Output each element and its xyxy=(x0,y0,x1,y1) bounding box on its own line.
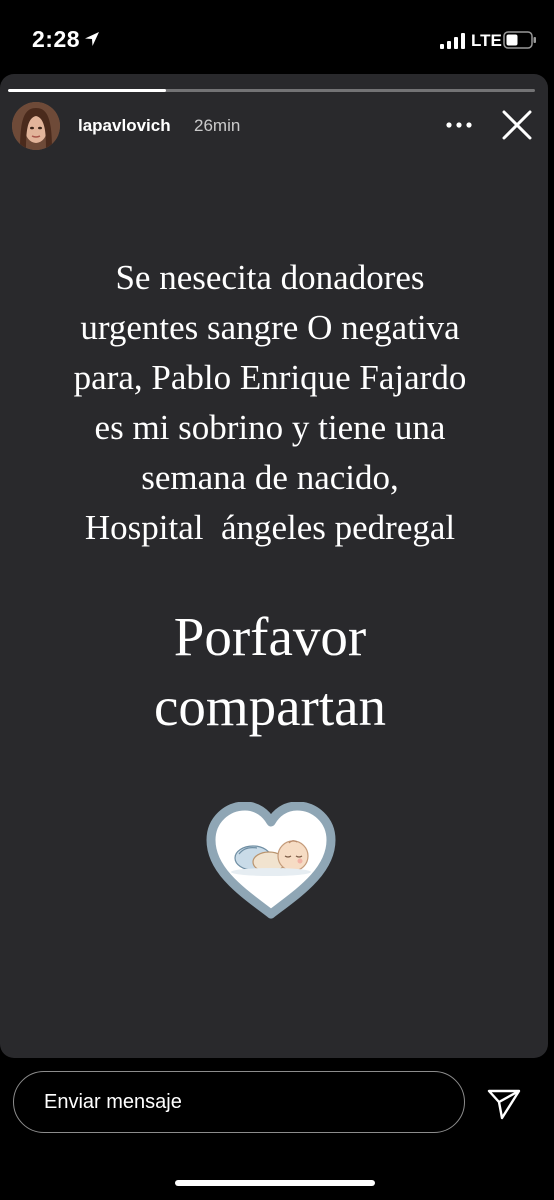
cta-line: compartan xyxy=(153,676,387,737)
close-icon[interactable] xyxy=(500,108,534,142)
message-line: urgentes sangre O negativa xyxy=(80,308,460,347)
message-line: para, Pablo Enrique Fajardo xyxy=(73,358,467,397)
cta-line: Porfavor xyxy=(173,606,367,667)
network-label: LTE xyxy=(471,31,502,50)
location-arrow-icon xyxy=(85,32,99,46)
story-message: Se nesecita donadores urgentes sangre O … xyxy=(20,253,520,553)
status-bar: 2:28 LTE xyxy=(0,0,554,80)
story-progress-fill xyxy=(8,89,167,92)
home-indicator[interactable] xyxy=(175,1180,375,1186)
battery-icon xyxy=(503,31,536,49)
story-timestamp: 26min xyxy=(194,116,241,135)
signal-icon xyxy=(440,33,465,49)
message-line: Hospital ángeles pedregal xyxy=(84,508,456,547)
avatar-image xyxy=(12,102,60,150)
message-line: es mi sobrino y tiene una xyxy=(94,408,446,447)
avatar[interactable] xyxy=(12,102,60,150)
username[interactable]: lapavlovich xyxy=(78,116,171,136)
status-time: 2:28 xyxy=(32,26,81,52)
send-message-input[interactable]: Enviar mensaje xyxy=(13,1071,465,1133)
story-card[interactable]: lapavlovich 26min Se nesecita donadores … xyxy=(0,74,548,1058)
message-line: semana de nacido, xyxy=(141,458,399,497)
more-icon[interactable] xyxy=(443,114,475,136)
baby-heart-sticker xyxy=(206,802,336,919)
story-call-to-action: Porfavor compartan xyxy=(20,602,520,742)
send-message-placeholder: Enviar mensaje xyxy=(44,1091,182,1113)
message-line: Se nesecita donadores xyxy=(115,258,425,297)
story-progress-bar xyxy=(8,89,535,92)
send-icon[interactable] xyxy=(486,1088,522,1120)
